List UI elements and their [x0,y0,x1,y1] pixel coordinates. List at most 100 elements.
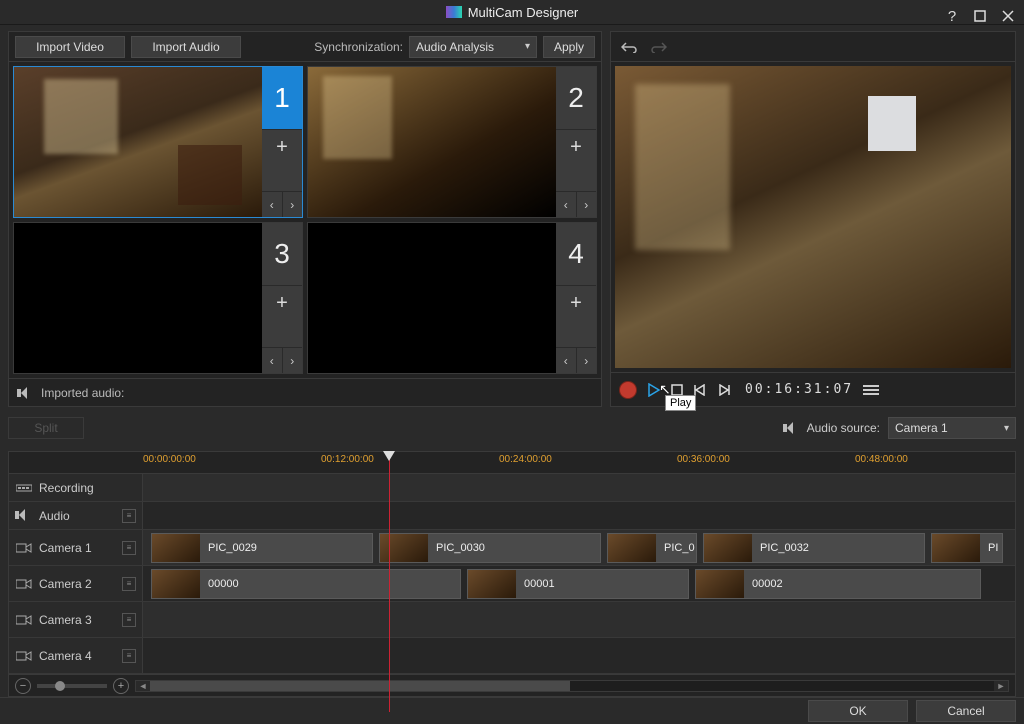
scroll-left-button[interactable]: ◄ [136,681,150,691]
add-source-4-button[interactable]: + [556,285,596,321]
clip-thumbnail [932,534,980,562]
record-button[interactable] [619,381,637,399]
audio-source-combo[interactable]: Camera 1 [888,417,1016,439]
source-1-prev-button[interactable]: ‹ [262,192,282,217]
stop-button[interactable] [671,384,683,396]
zoom-out-button[interactable]: − [15,678,31,694]
clip[interactable]: PIC_0… [607,533,697,563]
track-options-button[interactable]: ≡ [122,509,136,523]
redo-button[interactable] [647,37,671,57]
source-number-3[interactable]: 3 [262,223,302,285]
source-number-1[interactable]: 1 [262,67,302,129]
camera-icon [15,577,33,591]
track-options-button[interactable]: ≡ [122,541,136,555]
source-1-next-button[interactable]: › [282,192,303,217]
scroll-right-button[interactable]: ► [994,681,1008,691]
add-source-1-button[interactable]: + [262,129,302,165]
track-camera-3: Camera 3 ≡ [9,602,1015,638]
clip[interactable]: 00000 [151,569,461,599]
audio-source-label: Audio source: [807,421,880,435]
track-label: Camera 3 [39,613,116,627]
ruler-tick: 00:00:00:00 [143,454,196,465]
source-2-next-button[interactable]: › [576,192,597,217]
speaker-icon [15,509,33,523]
source-thumb-1 [14,67,262,217]
track-label: Audio [39,509,116,523]
view-options-button[interactable] [863,384,879,396]
source-3-prev-button[interactable]: ‹ [262,348,282,373]
time-ruler[interactable]: 00:00:00:00 00:12:00:00 00:24:00:00 00:36:0… [143,452,1015,473]
help-icon[interactable]: ? [942,6,962,26]
timeline-scrollbar[interactable]: ◄ ► [135,680,1009,692]
clip-label: PIC_0030 [428,542,493,554]
ruler-tick: 00:24:00:00 [499,454,552,465]
source-cell-1[interactable]: 1 + ‹ › [13,66,303,218]
play-tooltip: Play [665,395,696,411]
source-number-4[interactable]: 4 [556,223,596,285]
clip-label: 00001 [516,578,563,590]
camera-icon [15,613,33,627]
clip[interactable]: PIC_0030 [379,533,601,563]
track-options-button[interactable]: ≡ [122,649,136,663]
source-cell-4[interactable]: 4 + ‹ › [307,222,597,374]
ruler-tick: 00:36:00:00 [677,454,730,465]
undo-button[interactable] [617,37,641,57]
track-label: Camera 4 [39,649,116,663]
source-cell-2[interactable]: 2 + ‹ › [307,66,597,218]
track-recording: Recording [9,474,1015,502]
track-audio: Audio ≡ [9,502,1015,530]
recording-track-icon [15,481,33,495]
source-cell-3[interactable]: 3 + ‹ › [13,222,303,374]
clip[interactable]: 00001 [467,569,689,599]
camera-icon [15,649,33,663]
apply-button[interactable]: Apply [543,36,595,58]
clip-thumbnail [152,534,200,562]
sync-method-combo[interactable]: Audio Analysis [409,36,537,58]
track-camera-4: Camera 4 ≡ [9,638,1015,674]
window-title: MultiCam Designer [468,5,579,20]
track-options-button[interactable]: ≡ [122,577,136,591]
clip-thumbnail [704,534,752,562]
import-audio-button[interactable]: Import Audio [131,36,241,58]
imported-audio-label: Imported audio: [41,386,124,400]
zoom-in-button[interactable]: + [113,678,129,694]
clip-thumbnail [696,570,744,598]
clip[interactable]: 00002 [695,569,981,599]
speaker-icon [783,422,799,434]
track-label: Recording [39,481,136,495]
ok-button[interactable]: OK [808,700,908,722]
close-icon[interactable] [998,6,1018,26]
add-source-2-button[interactable]: + [556,129,596,165]
track-options-button[interactable]: ≡ [122,613,136,627]
source-3-next-button[interactable]: › [282,348,303,373]
source-thumb-2 [308,67,556,217]
maximize-icon[interactable] [970,6,990,26]
camera-icon [15,541,33,555]
source-thumb-4 [308,223,556,373]
clip-label: PIC_0… [656,542,697,554]
clip-label: 00002 [744,578,791,590]
timeline: 00:00:00:00 00:12:00:00 00:24:00:00 00:36:0… [8,451,1016,697]
source-4-next-button[interactable]: › [576,348,597,373]
clip-thumbnail [380,534,428,562]
source-4-prev-button[interactable]: ‹ [556,348,576,373]
split-button: Split [8,417,84,439]
clip-label: 00000 [200,578,247,590]
import-video-button[interactable]: Import Video [15,36,125,58]
add-source-3-button[interactable]: + [262,285,302,321]
playhead[interactable] [389,452,390,712]
source-number-2[interactable]: 2 [556,67,596,129]
ruler-tick: 00:12:00:00 [321,454,374,465]
next-frame-button[interactable] [717,384,731,396]
play-button[interactable] [647,383,661,397]
clip-label: PIC_0029 [200,542,265,554]
prev-frame-button[interactable] [693,384,707,396]
preview-panel: 00:16:31:07 ↖ Play [610,31,1016,407]
zoom-slider[interactable] [37,684,107,688]
cancel-button[interactable]: Cancel [916,700,1016,722]
clip[interactable]: PIC_0032 [703,533,925,563]
app-logo-icon [446,6,462,18]
clip[interactable]: PIC_0029 [151,533,373,563]
source-2-prev-button[interactable]: ‹ [556,192,576,217]
clip[interactable]: PI [931,533,1003,563]
